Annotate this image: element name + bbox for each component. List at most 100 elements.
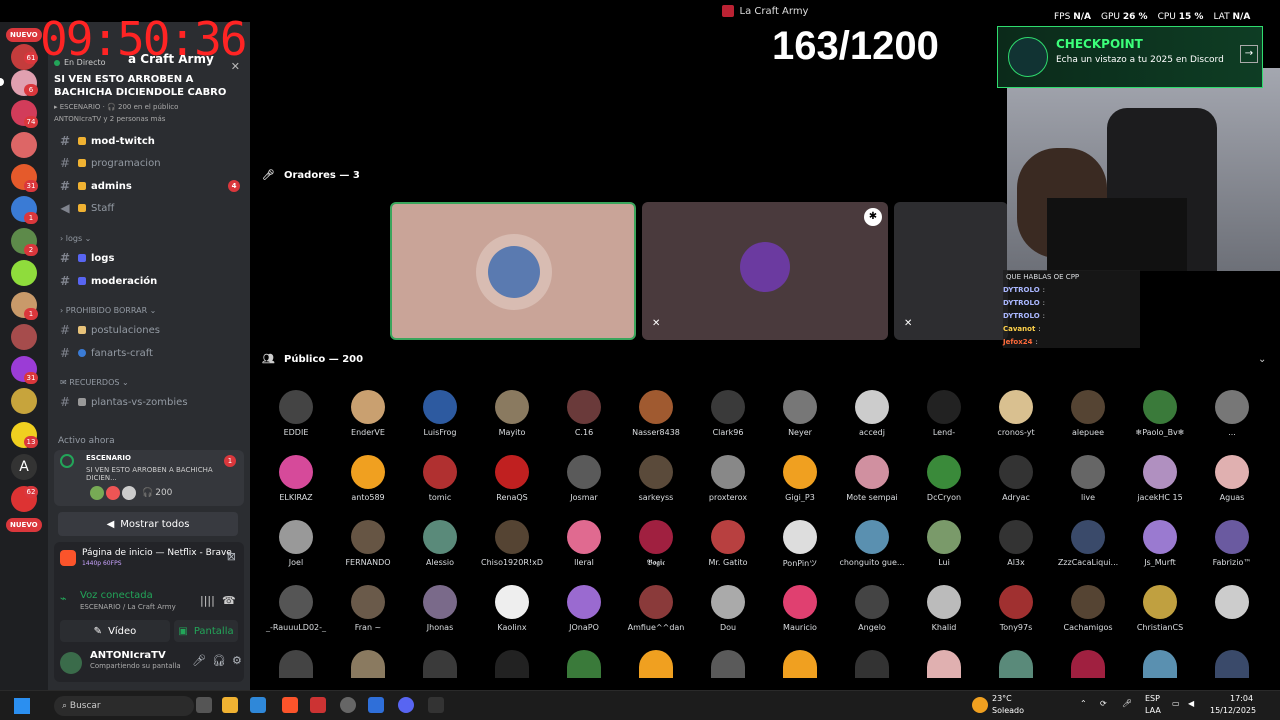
task-view-icon[interactable] xyxy=(196,697,212,713)
audience-avatar[interactable] xyxy=(1143,585,1177,619)
audience-avatar[interactable] xyxy=(711,650,745,678)
audience-avatar[interactable] xyxy=(855,455,889,489)
weather-temp[interactable]: 23°C xyxy=(992,694,1012,703)
audience-avatar[interactable] xyxy=(711,585,745,619)
discord-icon[interactable] xyxy=(398,697,414,713)
weather-icon[interactable] xyxy=(972,697,988,713)
voice-sub[interactable]: ESCENARIO / La Craft Army xyxy=(80,603,176,611)
audience-avatar[interactable] xyxy=(927,455,961,489)
audience-avatar[interactable] xyxy=(639,585,673,619)
network-icon[interactable]: ▭ xyxy=(1172,699,1180,708)
audience-avatar[interactable] xyxy=(711,390,745,424)
audience-avatar[interactable] xyxy=(423,585,457,619)
show-all-button[interactable]: ◀ Mostrar todos xyxy=(58,512,238,536)
audience-avatar[interactable] xyxy=(1215,520,1249,554)
audience-avatar[interactable] xyxy=(1215,650,1249,678)
audience-avatar[interactable] xyxy=(495,455,529,489)
channel-plantas-vs-zombies[interactable]: # plantas-vs-zombies xyxy=(58,393,244,411)
chevron-down-icon[interactable]: ⌄ xyxy=(1258,354,1266,365)
file-explorer-icon[interactable] xyxy=(222,697,238,713)
audience-avatar[interactable] xyxy=(351,650,385,678)
audience-avatar[interactable] xyxy=(1215,455,1249,489)
channel-programacion[interactable]: # programacion xyxy=(58,154,244,172)
audience-avatar[interactable] xyxy=(423,520,457,554)
audience-avatar[interactable] xyxy=(1071,455,1105,489)
notepad-icon[interactable] xyxy=(368,697,384,713)
sync-icon[interactable]: ⟳ xyxy=(1100,699,1107,708)
audience-avatar[interactable] xyxy=(999,585,1033,619)
audience-avatar[interactable] xyxy=(279,585,313,619)
channel-admins[interactable]: # admins 4 xyxy=(58,177,244,195)
audience-avatar[interactable] xyxy=(351,455,385,489)
server-icon[interactable]: A xyxy=(11,454,37,480)
audience-avatar[interactable] xyxy=(927,520,961,554)
audience-avatar[interactable] xyxy=(567,585,601,619)
voice-title[interactable]: Voz conectada xyxy=(80,590,176,601)
screen-share-button[interactable]: ▣ Pantalla xyxy=(174,620,238,642)
audience-avatar[interactable] xyxy=(423,455,457,489)
channel-staff[interactable]: ◀ Staff xyxy=(58,199,244,217)
audience-avatar[interactable] xyxy=(783,390,817,424)
stage-card[interactable]: En Directo SI VEN ESTO ARROBEN A BACHICH… xyxy=(54,56,244,138)
obs-icon[interactable] xyxy=(340,697,356,713)
audience-avatar[interactable] xyxy=(927,390,961,424)
audience-avatar[interactable] xyxy=(1071,585,1105,619)
channel-postulaciones[interactable]: # postulaciones xyxy=(58,321,244,339)
lang-primary[interactable]: ESP xyxy=(1145,694,1160,703)
channel-fanarts-craft[interactable]: # fanarts-craft xyxy=(58,344,244,362)
speaker-tile[interactable]: ✕ xyxy=(894,202,1008,340)
audience-avatar[interactable] xyxy=(999,390,1033,424)
video-button[interactable]: ✎ Vídeo xyxy=(60,620,170,642)
server-icon[interactable] xyxy=(11,324,37,350)
audience-avatar[interactable] xyxy=(1071,650,1105,678)
audience-avatar[interactable] xyxy=(495,650,529,678)
channel-mod-twitch[interactable]: # mod-twitch xyxy=(58,132,244,150)
audience-avatar[interactable] xyxy=(927,650,961,678)
store-icon[interactable] xyxy=(250,697,266,713)
audience-avatar[interactable] xyxy=(279,650,313,678)
audience-avatar[interactable] xyxy=(855,585,889,619)
audience-avatar[interactable] xyxy=(1143,390,1177,424)
arrow-right-icon[interactable]: → xyxy=(1240,45,1258,63)
taskbar-search[interactable]: ⌕ Buscar xyxy=(54,696,194,716)
server-icon[interactable] xyxy=(11,132,37,158)
audience-avatar[interactable] xyxy=(783,585,817,619)
audience-avatar[interactable] xyxy=(1071,390,1105,424)
audience-avatar[interactable] xyxy=(855,390,889,424)
audience-avatar[interactable] xyxy=(639,390,673,424)
audience-avatar[interactable] xyxy=(495,585,529,619)
headphones-icon[interactable]: 🎧︎ xyxy=(212,654,226,667)
category-logs[interactable]: › logs ⌄ xyxy=(60,234,91,243)
volume-icon[interactable]: ◀ xyxy=(1188,699,1194,708)
audience-avatar[interactable] xyxy=(1071,520,1105,554)
category-prohibido[interactable]: › PROHIBIDO BORRAR ⌄ xyxy=(60,306,156,315)
speaker-tile[interactable]: ✱ ✕ xyxy=(642,202,888,340)
lang-secondary[interactable]: LAA xyxy=(1145,706,1161,715)
windows-start-icon[interactable] xyxy=(14,698,30,714)
audience-avatar[interactable] xyxy=(639,650,673,678)
chevron-up-icon[interactable]: ⌃ xyxy=(1080,699,1087,708)
audience-avatar[interactable] xyxy=(783,650,817,678)
server-icon[interactable] xyxy=(11,388,37,414)
clock-time[interactable]: 17:04 xyxy=(1230,694,1253,703)
brave-icon[interactable] xyxy=(282,697,298,713)
weather-text[interactable]: Soleado xyxy=(992,706,1024,715)
audience-avatar[interactable] xyxy=(639,455,673,489)
server-icon[interactable] xyxy=(11,260,37,286)
audience-avatar[interactable] xyxy=(423,650,457,678)
audience-avatar[interactable] xyxy=(423,390,457,424)
audience-avatar[interactable] xyxy=(999,520,1033,554)
category-recuerdos[interactable]: ✉ RECUERDOS ⌄ xyxy=(60,378,129,387)
disconnect-icon[interactable]: ☎ xyxy=(222,594,236,607)
audience-avatar[interactable] xyxy=(567,390,601,424)
audience-avatar[interactable] xyxy=(1215,390,1249,424)
capcut-icon[interactable] xyxy=(428,697,444,713)
audience-avatar[interactable] xyxy=(711,455,745,489)
netflix-icon[interactable] xyxy=(310,697,326,713)
audience-avatar[interactable] xyxy=(711,520,745,554)
active-stage-card[interactable]: ESCENARIO SI VEN ESTO ARROBEN A BACHICHA… xyxy=(54,450,244,506)
audience-avatar[interactable] xyxy=(999,650,1033,678)
audience-avatar[interactable] xyxy=(351,520,385,554)
settings-icon[interactable]: ⚙ xyxy=(232,654,244,667)
audience-avatar[interactable] xyxy=(495,390,529,424)
